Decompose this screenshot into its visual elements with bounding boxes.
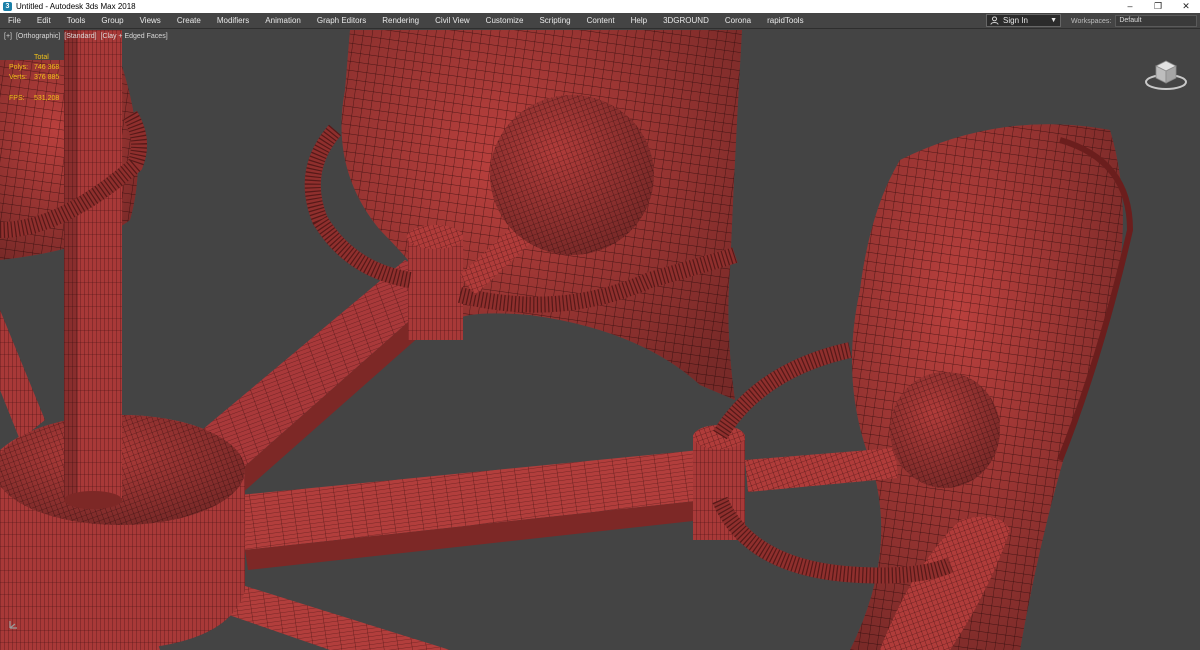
stats-fps-label: FPS: <box>9 95 25 102</box>
viewport-pov-label[interactable]: [Orthographic] <box>16 33 60 40</box>
sign-in-label: Sign In <box>1003 16 1028 25</box>
stats-verts-label: Verts: <box>9 74 27 81</box>
menu-scripting[interactable]: Scripting <box>531 13 578 29</box>
stats-fps-value: 531,208 <box>34 95 60 102</box>
sign-in-button[interactable]: Sign In ▼ <box>986 14 1061 27</box>
menu-civil-view[interactable]: Civil View <box>427 13 478 29</box>
stats-polys-label: Polys: <box>9 64 29 71</box>
menu-content[interactable]: Content <box>579 13 623 29</box>
menu-modifiers[interactable]: Modifiers <box>209 13 257 29</box>
axis-tripod-icon <box>9 621 17 629</box>
chevron-down-icon: ▼ <box>1050 17 1057 24</box>
menu-help[interactable]: Help <box>623 13 655 29</box>
menu-group[interactable]: Group <box>93 13 131 29</box>
menu-3dground[interactable]: 3DGROUND <box>655 13 717 29</box>
socket-stem-right[interactable] <box>745 448 898 492</box>
menu-views[interactable]: Views <box>132 13 169 29</box>
restore-icon[interactable]: ❐ <box>1144 0 1172 13</box>
workspaces-label: Workspaces: <box>1071 17 1112 25</box>
menu-bar: File Edit Tools Group Views Create Modif… <box>0 13 1200 29</box>
bulb-dome-center[interactable] <box>490 95 654 255</box>
viewport-label[interactable]: [+] [Orthographic] [Standard] [Clay + Ed… <box>4 33 170 40</box>
menu-customize[interactable]: Customize <box>478 13 532 29</box>
viewport-shading-standard[interactable]: [Standard] <box>64 33 96 40</box>
viewport-statistics: Total Polys: 746 368 Verts: 376 885 FPS: 53… <box>9 53 74 104</box>
menu-graph-editors[interactable]: Graph Editors <box>309 13 374 29</box>
minimize-icon[interactable]: – <box>1116 0 1144 13</box>
menu-file[interactable]: File <box>0 13 29 29</box>
menu-animation[interactable]: Animation <box>257 13 309 29</box>
close-icon[interactable]: ✕ <box>1172 0 1200 13</box>
center-hub[interactable] <box>0 415 245 650</box>
stats-verts-value: 376 885 <box>34 74 60 81</box>
menu-corona[interactable]: Corona <box>717 13 759 29</box>
viewport-scene[interactable] <box>0 30 1200 650</box>
workspaces-control: Workspaces: Default <box>1071 13 1198 29</box>
stats-header: Total <box>34 54 49 61</box>
user-icon <box>990 16 999 25</box>
stats-polys-value: 746 368 <box>34 64 60 71</box>
menu-edit[interactable]: Edit <box>29 13 59 29</box>
window-title: Untitled - Autodesk 3ds Max 2018 <box>16 2 136 11</box>
3dsmax-app-icon[interactable]: 3 <box>3 2 12 11</box>
viewcube-icon[interactable] <box>1142 52 1190 92</box>
viewport-display-mode[interactable]: [Clay + Edged Faces] <box>101 33 168 40</box>
viewport-menu-plus[interactable]: [+] <box>4 33 12 40</box>
menu-create[interactable]: Create <box>169 13 209 29</box>
menu-tools[interactable]: Tools <box>59 13 94 29</box>
workspaces-dropdown[interactable]: Default <box>1115 15 1198 27</box>
menu-rapidtools[interactable]: rapidTools <box>759 13 811 29</box>
arm-bar-right[interactable] <box>240 450 705 570</box>
title-bar: 3 Untitled - Autodesk 3ds Max 2018 – ❐ ✕ <box>0 0 1200 13</box>
menu-rendering[interactable]: Rendering <box>374 13 427 29</box>
orthographic-viewport[interactable]: [+] [Orthographic] [Standard] [Clay + Ed… <box>0 30 1200 650</box>
bulb-dome-right[interactable] <box>890 372 1000 488</box>
joint-cylinder-center[interactable] <box>407 225 463 340</box>
